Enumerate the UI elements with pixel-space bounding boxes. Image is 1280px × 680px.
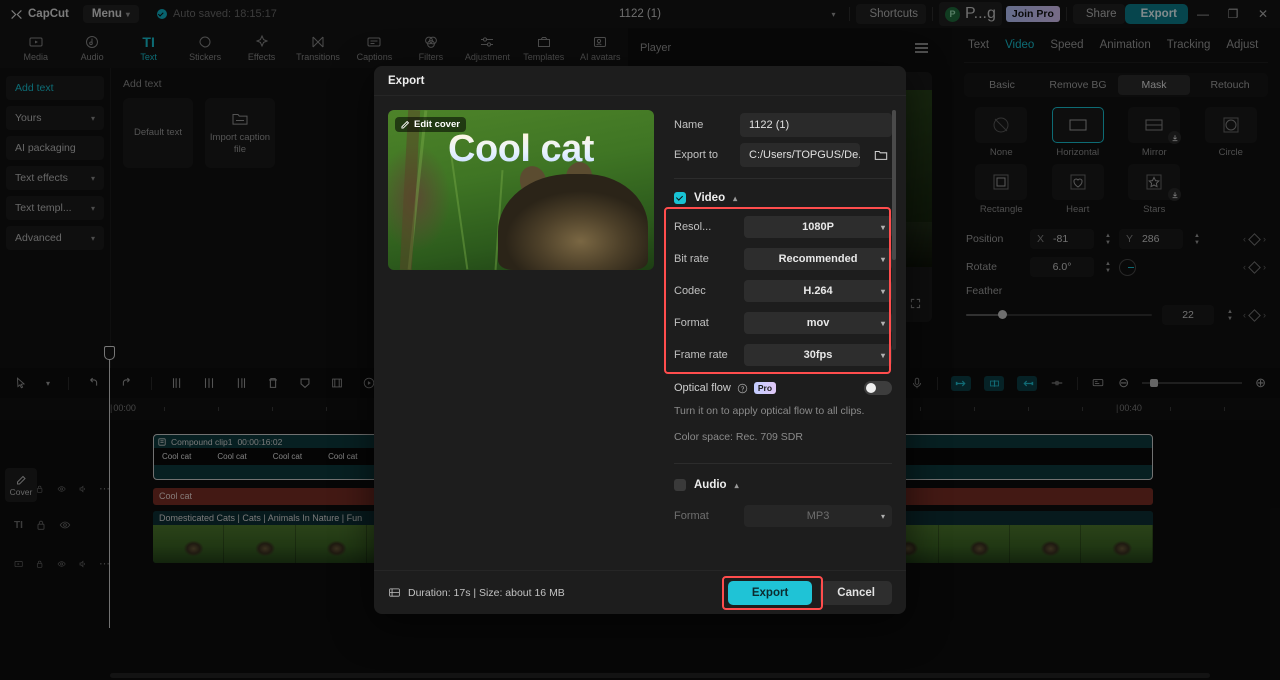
film-icon bbox=[389, 588, 400, 597]
resolution-select[interactable]: 1080P ▾ bbox=[744, 216, 892, 238]
capcut-window: CapCut Menu ▾ Auto saved: 18:15:17 1122 … bbox=[0, 0, 1280, 680]
chevron-down-icon: ▾ bbox=[880, 350, 885, 360]
cat-image bbox=[498, 174, 648, 270]
codec-select[interactable]: H.264 ▾ bbox=[744, 280, 892, 302]
browse-folder-button[interactable] bbox=[870, 144, 892, 166]
framerate-value: 30fps bbox=[803, 349, 833, 361]
chevron-up-icon[interactable]: ▴ bbox=[735, 481, 739, 490]
resolution-row: Resol... 1080P ▾ bbox=[674, 211, 892, 243]
folder-icon bbox=[874, 150, 888, 160]
pro-badge: Pro bbox=[753, 382, 777, 394]
optical-flow-hint: Turn it on to apply optical flow to all … bbox=[674, 405, 865, 417]
help-icon[interactable] bbox=[737, 383, 748, 394]
export-path-input[interactable]: C:/Users/TOPGUS/De... bbox=[740, 143, 860, 167]
codec-row: Codec H.264 ▾ bbox=[674, 275, 892, 307]
audio-format-value: MP3 bbox=[806, 510, 830, 522]
name-input[interactable]: 1122 (1) bbox=[740, 113, 892, 137]
optical-flow-label: Optical flow bbox=[674, 382, 731, 394]
duration-text: Duration: 17s | Size: about 16 MB bbox=[408, 586, 565, 599]
format-select[interactable]: mov ▾ bbox=[744, 312, 892, 334]
format-label: Format bbox=[674, 317, 709, 329]
audio-section-label: Audio bbox=[694, 479, 727, 491]
resolution-value: 1080P bbox=[802, 221, 834, 233]
video-section-header: Video ▴ bbox=[674, 185, 892, 211]
framerate-row: Frame rate 30fps ▾ bbox=[674, 339, 892, 371]
divider bbox=[674, 178, 892, 179]
audio-format-select[interactable]: MP3 ▾ bbox=[744, 505, 892, 527]
chevron-down-icon: ▾ bbox=[880, 318, 885, 328]
dialog-body: Cool cat Edit cover Name 1122 (1) Export… bbox=[374, 96, 906, 570]
edit-cover-button[interactable]: Edit cover bbox=[395, 117, 466, 132]
scrollbar-thumb[interactable] bbox=[892, 110, 896, 260]
video-settings: Resol... 1080P ▾ Bit rate Recommended ▾ bbox=[664, 207, 892, 374]
video-section-label: Video bbox=[694, 192, 726, 204]
footer-buttons: Export Cancel bbox=[721, 575, 892, 610]
dialog-header: Export bbox=[374, 66, 906, 96]
framerate-label: Frame rate bbox=[674, 349, 728, 361]
framerate-select[interactable]: 30fps ▾ bbox=[744, 344, 892, 366]
export-confirm-button[interactable]: Export bbox=[727, 580, 813, 605]
export-dialog: Export Cool cat Edit cover Name 1122 (1)… bbox=[374, 66, 906, 614]
optical-flow-row: Optical flow Pro bbox=[674, 375, 892, 401]
cover-preview-column: Cool cat Edit cover bbox=[388, 110, 658, 556]
duration-info: Duration: 17s | Size: about 16 MB bbox=[388, 586, 565, 599]
bitrate-row: Bit rate Recommended ▾ bbox=[674, 243, 892, 275]
export-to-row: Export to C:/Users/TOPGUS/De... bbox=[674, 140, 892, 170]
name-row: Name 1122 (1) bbox=[674, 110, 892, 140]
color-space-text: Color space: Rec. 709 SDR bbox=[674, 431, 803, 443]
chevron-down-icon: ▾ bbox=[880, 254, 885, 264]
audio-format-row: Format MP3 ▾ bbox=[674, 500, 892, 532]
export-to-label: Export to bbox=[674, 149, 719, 161]
optical-flow-toggle[interactable] bbox=[864, 381, 892, 395]
dialog-scrollbar[interactable] bbox=[892, 110, 896, 350]
cancel-button[interactable]: Cancel bbox=[820, 580, 892, 605]
bitrate-select[interactable]: Recommended ▾ bbox=[744, 248, 892, 270]
audio-format-label: Format bbox=[674, 510, 709, 522]
audio-checkbox[interactable] bbox=[674, 479, 686, 491]
resolution-label: Resol... bbox=[674, 221, 712, 233]
chevron-down-icon: ▾ bbox=[880, 222, 885, 232]
cover-title-text: Cool cat bbox=[388, 128, 654, 171]
divider bbox=[674, 463, 892, 464]
chevron-down-icon: ▾ bbox=[880, 286, 885, 296]
format-value: mov bbox=[806, 317, 830, 329]
dialog-footer: Duration: 17s | Size: about 16 MB Export… bbox=[374, 570, 906, 614]
bitrate-label: Bit rate bbox=[674, 253, 709, 265]
edit-cover-label: Edit cover bbox=[414, 119, 460, 130]
name-label: Name bbox=[674, 119, 704, 131]
dialog-fields: Name 1122 (1) Export to C:/Users/TOPGUS/… bbox=[664, 110, 896, 556]
edit-pencil-icon bbox=[401, 120, 410, 129]
format-row: Format mov ▾ bbox=[674, 307, 892, 339]
bitrate-value: Recommended bbox=[778, 253, 858, 265]
chevron-up-icon[interactable]: ▴ bbox=[733, 194, 737, 203]
chevron-down-icon: ▾ bbox=[880, 511, 885, 521]
codec-value: H.264 bbox=[803, 285, 833, 297]
audio-section-header: Audio ▴ bbox=[674, 472, 892, 498]
dialog-title: Export bbox=[388, 74, 425, 87]
codec-label: Codec bbox=[674, 285, 706, 297]
cover-thumbnail[interactable]: Cool cat Edit cover bbox=[388, 110, 654, 270]
video-checkbox[interactable] bbox=[674, 192, 686, 204]
